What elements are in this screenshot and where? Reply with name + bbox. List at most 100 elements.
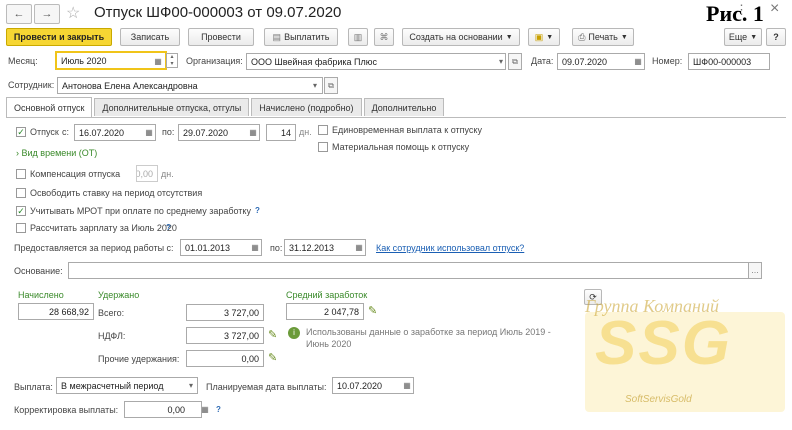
mrot-checkbox[interactable]: ✓ bbox=[16, 206, 26, 216]
mrot-label: Учитывать МРОТ при оплате по среднему за… bbox=[30, 206, 251, 216]
page-title: Отпуск ШФ00-000003 от 09.07.2020 bbox=[94, 4, 342, 21]
employee-field[interactable]: Антонова Елена Александровна bbox=[57, 77, 323, 94]
month-stepper[interactable]: ▴ ▾ bbox=[166, 53, 178, 68]
date-label: Дата: bbox=[531, 56, 554, 66]
edit-average-pencil-icon[interactable]: ✎ bbox=[368, 304, 377, 317]
number-field[interactable]: ШФ00-000003 bbox=[688, 53, 770, 70]
calendar-icon[interactable]: ▦ bbox=[631, 53, 645, 70]
total-withheld-label: Всего: bbox=[98, 308, 125, 318]
time-type-label: Вид времени (ОТ) bbox=[21, 148, 98, 158]
mrot-help-icon[interactable]: ? bbox=[255, 206, 260, 215]
lump-sum-checkbox[interactable] bbox=[318, 125, 328, 135]
tab-additional[interactable]: Дополнительно bbox=[363, 98, 445, 116]
more-button[interactable]: Еще ▼ bbox=[724, 28, 762, 46]
open-link-icon[interactable]: ⧉ bbox=[324, 77, 338, 94]
chevron-down-icon: ▼ bbox=[546, 33, 554, 41]
calendar-icon[interactable]: ▦ bbox=[246, 124, 260, 141]
vacation-usage-link[interactable]: Как сотрудник использовал отпуск? bbox=[376, 243, 524, 253]
basis-field[interactable] bbox=[68, 262, 750, 279]
calendar-icon[interactable]: ▦ bbox=[248, 239, 262, 256]
print-button[interactable]: ⎙ Печать ▼ bbox=[572, 28, 634, 46]
release-rate-label: Освободить ставку на период отсутствия bbox=[30, 188, 203, 198]
calendar-icon[interactable]: ▦ bbox=[352, 239, 366, 256]
calc-salary-help-icon[interactable]: ? bbox=[166, 223, 171, 232]
back-button[interactable]: ← bbox=[6, 4, 32, 24]
edit-ndfl-pencil-icon[interactable]: ✎ bbox=[268, 328, 277, 341]
hierarchy-icon: ▣ bbox=[534, 31, 544, 42]
period-label: Предоставляется за период работы с: bbox=[14, 243, 174, 253]
attach-file-button[interactable]: ⌘ bbox=[374, 28, 394, 46]
compensation-unit: дн. bbox=[161, 169, 174, 179]
correction-label: Корректировка выплаты: bbox=[14, 405, 119, 415]
material-aid-label: Материальная помощь к отпуску bbox=[332, 142, 470, 152]
organization-field[interactable]: ООО Швейная фабрика Плюс bbox=[246, 53, 506, 70]
calendar-icon[interactable]: ▦ bbox=[142, 124, 156, 141]
calculator-icon[interactable]: ▦ bbox=[198, 401, 212, 418]
vacation-days-field[interactable]: 14 bbox=[266, 124, 296, 141]
dropdown-icon[interactable]: ▾ bbox=[308, 77, 322, 94]
total-withheld-field: 3 727,00 bbox=[186, 304, 264, 321]
organization-label: Организация: bbox=[186, 56, 243, 66]
vacation-from-label: с: bbox=[62, 127, 70, 137]
forward-button[interactable]: → bbox=[34, 4, 60, 24]
calc-salary-label: Рассчитать зарплату за Июль 2020 bbox=[30, 223, 177, 233]
ellipsis-button[interactable]: … bbox=[748, 262, 762, 279]
edit-other-pencil-icon[interactable]: ✎ bbox=[268, 351, 277, 364]
watermark-subtitle: SoftServisGold bbox=[625, 394, 692, 405]
pay-button[interactable]: ▤ Выплатить bbox=[264, 28, 338, 46]
help-icon: ? bbox=[773, 32, 779, 42]
payment-select[interactable]: В межрасчетный период bbox=[56, 377, 198, 394]
calendar-icon[interactable]: ▦ bbox=[151, 53, 165, 70]
dropdown-icon[interactable]: ▾ bbox=[494, 53, 508, 70]
average-earnings-note: Использованы данные о заработке за перио… bbox=[306, 327, 551, 349]
create-based-on-label: Создать на основании bbox=[409, 32, 503, 42]
dropdown-icon[interactable]: ▾ bbox=[184, 377, 198, 394]
time-type-expander[interactable]: › Вид времени (ОТ) bbox=[16, 148, 97, 158]
period-to-label: по: bbox=[270, 243, 283, 253]
calendar-icon[interactable]: ▦ bbox=[400, 377, 414, 394]
print-button-label: Печать bbox=[588, 32, 618, 42]
open-link-icon[interactable]: ⧉ bbox=[508, 53, 522, 70]
average-earnings-header: Средний заработок bbox=[286, 290, 368, 300]
lump-sum-label: Единовременная выплата к отпуску bbox=[332, 125, 482, 135]
calc-salary-checkbox[interactable] bbox=[16, 223, 26, 233]
post-button[interactable]: Провести bbox=[188, 28, 254, 46]
create-based-on-button[interactable]: Создать на основании ▼ bbox=[402, 28, 520, 46]
release-rate-checkbox[interactable] bbox=[16, 188, 26, 198]
close-icon[interactable]: × bbox=[770, 0, 779, 18]
structure-button[interactable]: ▣ ▼ bbox=[528, 28, 560, 46]
trash-icon: ▥ bbox=[353, 31, 363, 42]
chevron-right-icon: › bbox=[16, 148, 19, 158]
vacation-checkbox[interactable]: ✓ bbox=[16, 127, 26, 137]
chevron-down-icon: ▼ bbox=[505, 33, 513, 41]
basis-label: Основание: bbox=[14, 266, 63, 276]
delete-mark-button[interactable]: ▥ bbox=[348, 28, 368, 46]
arrow-left-icon: ← bbox=[13, 8, 25, 20]
accrued-field: 28 668,92 bbox=[18, 303, 94, 320]
tab-accrued-detailed[interactable]: Начислено (подробно) bbox=[251, 98, 362, 116]
chevron-down-icon: ▼ bbox=[620, 33, 628, 41]
tab-additional-vacations[interactable]: Дополнительные отпуска, отгулы bbox=[94, 98, 250, 116]
number-label: Номер: bbox=[652, 56, 683, 66]
vacation-days-unit: дн. bbox=[299, 127, 312, 137]
compensation-days-field[interactable]: 0,00 bbox=[136, 165, 158, 182]
chevron-down-icon: ▼ bbox=[750, 33, 758, 41]
printer-icon: ⎙ bbox=[578, 31, 586, 42]
post-and-close-button[interactable]: Провести и закрыть bbox=[6, 28, 112, 46]
help-button[interactable]: ? bbox=[766, 28, 786, 46]
correction-field[interactable]: 0,00 bbox=[124, 401, 202, 418]
planned-date-label: Планируемая дата выплаты: bbox=[206, 382, 327, 392]
arrow-right-icon: → bbox=[41, 8, 53, 20]
favorite-star-icon[interactable]: ☆ bbox=[66, 3, 80, 23]
other-withholdings-field: 0,00 bbox=[186, 350, 264, 367]
accrued-header: Начислено bbox=[18, 290, 64, 300]
vacation-label: Отпуск bbox=[30, 127, 59, 137]
correction-help-icon[interactable]: ? bbox=[216, 405, 221, 414]
material-aid-checkbox[interactable] bbox=[318, 142, 328, 152]
compensation-checkbox[interactable] bbox=[16, 169, 26, 179]
ndfl-label: НДФЛ: bbox=[98, 331, 126, 341]
tab-main-vacation[interactable]: Основной отпуск bbox=[6, 97, 93, 117]
save-button[interactable]: Записать bbox=[120, 28, 180, 46]
document-icon: ▤ bbox=[272, 31, 282, 42]
watermark-logo-text: SSG bbox=[595, 309, 732, 378]
